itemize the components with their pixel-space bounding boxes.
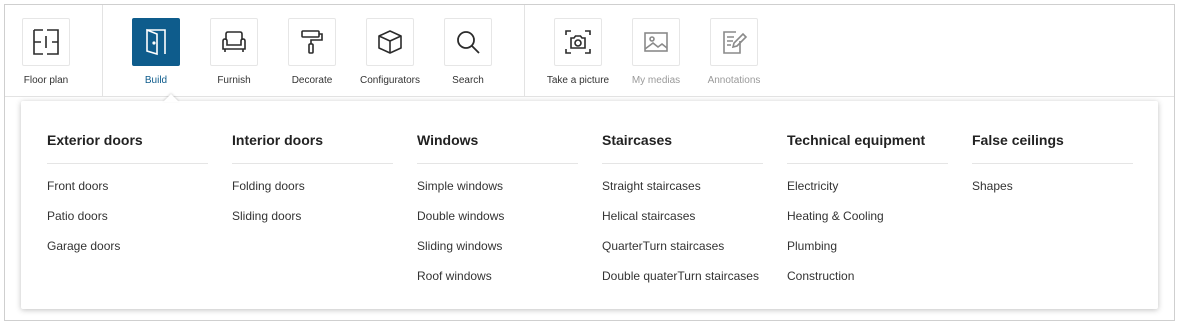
dropdown-caret (163, 94, 179, 102)
door-icon (146, 28, 166, 56)
image-icon (644, 32, 668, 52)
menu-item-roof-windows[interactable]: Roof windows (417, 268, 578, 298)
menu-item-folding-doors[interactable]: Folding doors (232, 178, 393, 208)
cube-icon (378, 30, 402, 54)
furnish-button[interactable]: Furnish (194, 18, 274, 86)
toolbar: Floor plan Build Furnish Decorate Config… (5, 5, 1174, 97)
column-divider (602, 163, 763, 164)
my-medias-button[interactable]: My medias (616, 18, 696, 86)
menu-column-windows: Windows Simple windows Double windows Sl… (417, 131, 578, 298)
menu-column-title: Staircases (602, 132, 673, 148)
menu-item-garage-doors[interactable]: Garage doors (47, 238, 208, 268)
configurators-icon-box (366, 18, 414, 66)
menu-item-helical-staircases[interactable]: Helical staircases (602, 208, 763, 238)
annotations-label: Annotations (707, 75, 761, 86)
toolbar-divider (102, 5, 103, 97)
menu-column-false-ceilings: False ceilings Shapes (972, 131, 1133, 208)
menu-item-shapes[interactable]: Shapes (972, 178, 1133, 208)
menu-item-electricity[interactable]: Electricity (787, 178, 948, 208)
menu-item-double-quaterturn-staircases[interactable]: Double quaterTurn staircases (602, 268, 763, 298)
build-icon-box (132, 18, 180, 66)
menu-column-interior-doors: Interior doors Folding doors Sliding doo… (232, 131, 393, 238)
menu-item-patio-doors[interactable]: Patio doors (47, 208, 208, 238)
menu-column-title: Windows (417, 132, 479, 148)
build-label: Build (144, 75, 168, 86)
search-icon (457, 31, 480, 54)
menu-column-exterior-doors: Exterior doors Front doors Patio doors G… (47, 131, 208, 268)
annotation-icon (723, 31, 748, 54)
annotations-icon-box (710, 18, 758, 66)
floor-plan-label: Floor plan (23, 75, 69, 86)
take-a-picture-button[interactable]: Take a picture (538, 18, 618, 86)
app-frame: Floor plan Build Furnish Decorate Config… (4, 4, 1175, 321)
search-button[interactable]: Search (428, 18, 508, 86)
menu-item-quarterturn-staircases[interactable]: QuarterTurn staircases (602, 238, 763, 268)
menu-item-sliding-doors[interactable]: Sliding doors (232, 208, 393, 238)
menu-item-heating-cooling[interactable]: Heating & Cooling (787, 208, 948, 238)
menu-column-title: Interior doors (232, 132, 324, 148)
my-medias-label: My medias (631, 75, 681, 86)
take-a-picture-icon-box (554, 18, 602, 66)
menu-item-front-doors[interactable]: Front doors (47, 178, 208, 208)
floor-plan-icon-box (22, 18, 70, 66)
menu-column-title: False ceilings (972, 132, 1064, 148)
search-icon-box (444, 18, 492, 66)
furnish-label: Furnish (217, 75, 251, 86)
menu-item-plumbing[interactable]: Plumbing (787, 238, 948, 268)
decorate-label: Decorate (291, 75, 333, 86)
menu-item-double-windows[interactable]: Double windows (417, 208, 578, 238)
toolbar-divider (524, 5, 525, 97)
column-divider (417, 163, 578, 164)
take-a-picture-label: Take a picture (546, 75, 610, 86)
floor-plan-button[interactable]: Floor plan (6, 18, 86, 86)
column-divider (972, 163, 1133, 164)
toolbar-bottom-border (5, 96, 1174, 97)
column-divider (47, 163, 208, 164)
menu-item-sliding-windows[interactable]: Sliding windows (417, 238, 578, 268)
configurators-label: Configurators (359, 75, 421, 86)
column-divider (232, 163, 393, 164)
armchair-icon (222, 31, 246, 52)
build-button[interactable]: Build (116, 18, 196, 86)
menu-item-construction[interactable]: Construction (787, 268, 948, 298)
floor-plan-icon (33, 29, 59, 55)
menu-column-staircases: Staircases Straight staircases Helical s… (602, 131, 763, 298)
annotations-button[interactable]: Annotations (694, 18, 774, 86)
menu-column-title: Exterior doors (47, 132, 143, 148)
menu-column-technical-equipment: Technical equipment Electricity Heating … (787, 131, 948, 298)
menu-item-simple-windows[interactable]: Simple windows (417, 178, 578, 208)
column-divider (787, 163, 948, 164)
configurators-button[interactable]: Configurators (350, 18, 430, 86)
build-dropdown-menu: Exterior doors Front doors Patio doors G… (21, 94, 1158, 309)
furnish-icon-box (210, 18, 258, 66)
search-label: Search (452, 75, 484, 86)
my-medias-icon-box (632, 18, 680, 66)
paint-roller-icon (301, 30, 323, 54)
camera-icon (565, 30, 591, 54)
menu-item-straight-staircases[interactable]: Straight staircases (602, 178, 763, 208)
decorate-button[interactable]: Decorate (272, 18, 352, 86)
menu-column-title: Technical equipment (787, 132, 926, 148)
decorate-icon-box (288, 18, 336, 66)
